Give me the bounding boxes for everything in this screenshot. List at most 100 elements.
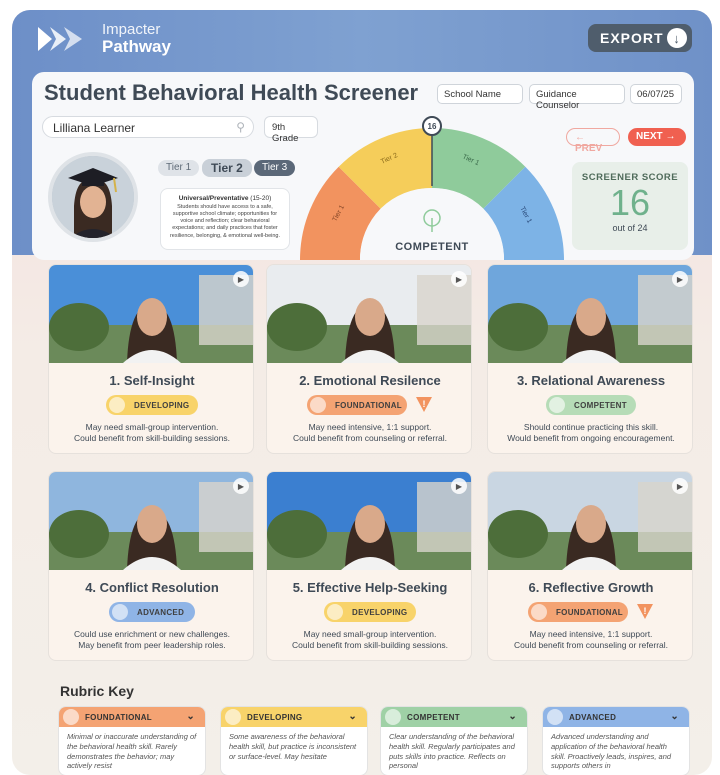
- rubric-card[interactable]: FOUNDATIONAL ⌄ Minimal or inaccurate und…: [58, 706, 206, 775]
- download-icon: ↓: [667, 28, 687, 48]
- skill-desc-line2: Could benefit from skill-building sessio…: [74, 433, 230, 444]
- score-gauge: Tier 1 Tier 2 Tier 1 Tier 1 16 COMPETENT: [300, 116, 564, 260]
- play-icon[interactable]: ▶: [672, 478, 688, 494]
- chevron-down-icon[interactable]: ⌄: [348, 711, 357, 722]
- skill-card[interactable]: ▶ 1. Self-Insight DEVELOPING May need sm…: [48, 264, 254, 454]
- chevron-down-icon[interactable]: ⌄: [670, 711, 679, 722]
- rubric-card[interactable]: DEVELOPING ⌄ Some awareness of the behav…: [220, 706, 368, 775]
- score-value: 16: [609, 182, 651, 223]
- level-icon: [327, 604, 343, 620]
- logo-mark-icon: [38, 26, 82, 51]
- avatar: [48, 152, 138, 242]
- skill-card[interactable]: ▶ 5. Effective Help-Seeking DEVELOPING M…: [266, 471, 472, 661]
- rubric-header[interactable]: ADVANCED ⌄: [543, 707, 689, 727]
- rubric-label: DEVELOPING: [247, 712, 303, 722]
- gauge-level-label: COMPETENT: [395, 241, 469, 253]
- skill-title: 6. Reflective Growth: [528, 580, 654, 595]
- date-field[interactable]: 06/07/25: [630, 84, 682, 104]
- level-label: FOUNDATIONAL: [556, 607, 623, 617]
- export-label: EXPORT: [600, 30, 664, 46]
- tier-3-pill[interactable]: Tier 3: [254, 160, 296, 176]
- skill-description: Could use enrichment or new challenges. …: [55, 629, 249, 652]
- video-frame-icon: [267, 265, 471, 363]
- level-label: DEVELOPING: [352, 607, 408, 617]
- video-frame-icon: [49, 472, 253, 570]
- level-icon: [310, 397, 326, 413]
- rubric-header[interactable]: DEVELOPING ⌄: [221, 707, 367, 727]
- skill-title: 2. Emotional Resilence: [299, 373, 441, 388]
- next-arrow-icon: →: [662, 131, 676, 142]
- page-title: Student Behavioral Health Screener: [44, 80, 419, 105]
- skill-desc-line1: May need intensive, 1:1 support.: [308, 422, 432, 432]
- rubric-label: ADVANCED: [569, 712, 617, 722]
- skill-desc-line2: Could benefit from counseling or referra…: [513, 640, 669, 651]
- search-icon: ⚲: [236, 120, 245, 134]
- video-thumbnail[interactable]: ▶: [488, 265, 692, 363]
- skill-card[interactable]: ▶ 4. Conflict Resolution ADVANCED Could …: [48, 471, 254, 661]
- tier-1-pill[interactable]: Tier 1: [158, 160, 200, 176]
- level-badge: ADVANCED: [109, 602, 195, 622]
- counselor-field[interactable]: Guidance Counselor: [529, 84, 625, 111]
- play-icon[interactable]: ▶: [233, 478, 249, 494]
- skill-desc-line1: Could use enrichment or new challenges.: [74, 629, 230, 639]
- skill-title: 1. Self-Insight: [109, 373, 195, 388]
- play-icon[interactable]: ▶: [672, 271, 688, 287]
- chevron-down-icon[interactable]: ⌄: [186, 711, 195, 722]
- skill-card[interactable]: ▶ 3. Relational Awareness COMPETENT Shou…: [487, 264, 693, 454]
- level-badge: DEVELOPING: [106, 395, 198, 415]
- chevron-down-icon[interactable]: ⌄: [508, 711, 517, 722]
- rubric-card[interactable]: COMPETENT ⌄ Clear understanding of the b…: [380, 706, 528, 775]
- next-button[interactable]: NEXT →: [628, 128, 686, 146]
- level-icon: [112, 604, 128, 620]
- logo-line2: Pathway: [102, 36, 171, 56]
- student-name: Lilliana Learner: [53, 121, 136, 135]
- rubric-card[interactable]: ADVANCED ⌄ Advanced understanding and ap…: [542, 706, 690, 775]
- rubric-level-icon: [225, 709, 241, 725]
- video-thumbnail[interactable]: ▶: [267, 265, 471, 363]
- skill-desc-line2: Could benefit from skill-building sessio…: [292, 640, 448, 651]
- rubric-text: Clear understanding of the behavioral he…: [389, 732, 515, 771]
- student-search-input[interactable]: Lilliana Learner ⚲: [42, 116, 254, 138]
- rubric-text: Some awareness of the behavioral health …: [229, 732, 357, 761]
- prev-label: PREV: [575, 143, 603, 154]
- skill-description: May need intensive, 1:1 support. Could b…: [273, 422, 467, 445]
- level-badge: COMPETENT: [546, 395, 636, 415]
- level-badge: FOUNDATIONAL: [307, 395, 407, 415]
- level-icon: [531, 604, 547, 620]
- rubric-level-icon: [385, 709, 401, 725]
- video-thumbnail[interactable]: ▶: [49, 472, 253, 570]
- video-frame-icon: [488, 265, 692, 363]
- play-icon[interactable]: ▶: [451, 478, 467, 494]
- alert-icon: !: [416, 397, 432, 412]
- rubric-level-icon: [63, 709, 79, 725]
- skill-description: May need small-group intervention. Could…: [273, 629, 467, 652]
- video-thumbnail[interactable]: ▶: [49, 265, 253, 363]
- app-window: Impacter Pathway EXPORT ↓ Student Behavi…: [12, 10, 712, 775]
- level-icon: [109, 397, 125, 413]
- play-icon[interactable]: ▶: [451, 271, 467, 287]
- video-thumbnail[interactable]: ▶: [488, 472, 692, 570]
- svg-text:!: !: [423, 399, 426, 409]
- student-photo-icon: [52, 156, 134, 238]
- header-panel: Student Behavioral Health Screener Schoo…: [32, 72, 694, 260]
- tier-2-pill[interactable]: Tier 2: [202, 159, 252, 177]
- skill-title: 4. Conflict Resolution: [85, 580, 219, 595]
- rubric-title: Rubric Key: [60, 683, 134, 699]
- tier-info-heading: Universal/Preventative: [178, 195, 249, 202]
- school-name-field[interactable]: School Name: [437, 84, 523, 104]
- skill-card[interactable]: ▶ 2. Emotional Resilence FOUNDATIONAL ! …: [266, 264, 472, 454]
- alert-icon: !: [637, 604, 653, 619]
- video-frame-icon: [267, 472, 471, 570]
- prev-arrow-icon: ←: [575, 132, 585, 143]
- rubric-header[interactable]: COMPETENT ⌄: [381, 707, 527, 727]
- tier-info-body: Students should have access to a safe, s…: [169, 204, 281, 239]
- export-button[interactable]: EXPORT ↓: [588, 24, 692, 52]
- play-icon[interactable]: ▶: [233, 271, 249, 287]
- video-thumbnail[interactable]: ▶: [267, 472, 471, 570]
- level-icon: [549, 397, 565, 413]
- rubric-header[interactable]: FOUNDATIONAL ⌄: [59, 707, 205, 727]
- skill-card[interactable]: ▶ 6. Reflective Growth FOUNDATIONAL ! Ma…: [487, 471, 693, 661]
- prev-button[interactable]: ← PREV: [566, 128, 620, 154]
- level-label: COMPETENT: [574, 400, 627, 410]
- next-label: NEXT: [636, 131, 663, 142]
